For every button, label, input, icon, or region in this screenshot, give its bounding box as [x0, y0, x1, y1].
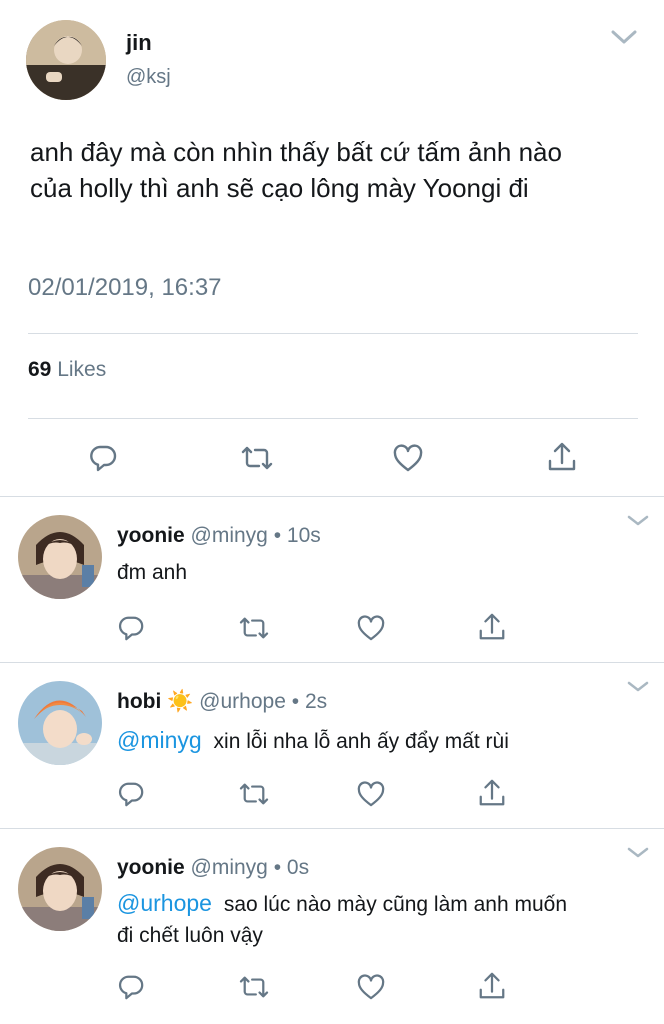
likes-stat[interactable]: 69 Likes [28, 358, 106, 382]
reply-3-separator: • [273, 856, 282, 879]
main-tweet-text-line1: anh đây mà còn nhìn thấy bất cứ tấm ảnh … [30, 137, 562, 167]
divider [28, 418, 638, 419]
reply-1-header: yoonie @minyg • 10s [117, 524, 321, 548]
divider [28, 333, 638, 334]
reply-3-text-line2: đi chết luôn vậy [117, 924, 263, 947]
share-icon[interactable] [546, 441, 578, 473]
reply-3-text-line1: sao lúc nào mày cũng làm anh muốn [223, 893, 568, 916]
reply-1-text: đm anh [117, 561, 188, 584]
heart-icon[interactable] [392, 444, 424, 472]
reply-2-body: @minyg xin lỗi nha lỗ anh ấy đẩy mất rùi [117, 727, 509, 754]
chevron-down-icon[interactable] [626, 846, 650, 860]
heart-icon[interactable] [356, 781, 386, 807]
chevron-down-icon[interactable] [610, 28, 638, 46]
heart-icon[interactable] [356, 974, 386, 1000]
main-handle[interactable]: @ksj [126, 66, 171, 89]
reply-1-display-name[interactable]: yoonie [117, 524, 185, 547]
reply-icon[interactable] [117, 780, 145, 808]
reply-3-body-line1: @urhope sao lúc nào mày cũng làm anh muố… [117, 890, 567, 917]
reply-3-mention[interactable]: @urhope [117, 890, 212, 916]
retweet-icon[interactable] [238, 974, 270, 1000]
reply-2-handle[interactable]: @urhope [199, 690, 286, 713]
retweet-icon[interactable] [238, 615, 270, 641]
share-icon[interactable] [477, 971, 507, 1001]
reply-2-separator: • [291, 690, 300, 713]
reply-3-header: yoonie @minyg • 0s [117, 856, 309, 880]
divider [0, 496, 664, 497]
reply-3-handle[interactable]: @minyg [191, 856, 268, 879]
heart-icon[interactable] [356, 615, 386, 641]
sun-icon: ☀️ [167, 689, 194, 713]
avatar-hobi[interactable] [18, 681, 102, 765]
avatar-jin[interactable] [26, 20, 106, 100]
main-tweet-text-line2: của holly thì anh sẽ cạo lông mày Yoongi… [30, 173, 529, 203]
avatar-yoonie[interactable] [18, 515, 102, 599]
divider [0, 662, 664, 663]
reply-2-text: xin lỗi nha lỗ anh ấy đẩy mất rùi [213, 730, 509, 753]
reply-icon[interactable] [88, 443, 118, 473]
reply-1-time[interactable]: 10s [287, 524, 321, 547]
main-timestamp[interactable]: 02/01/2019, 16:37 [28, 274, 222, 302]
retweet-icon[interactable] [238, 781, 270, 807]
retweet-icon[interactable] [240, 444, 274, 472]
likes-label: Likes [57, 358, 107, 381]
likes-count: 69 [28, 358, 52, 381]
reply-1-separator: • [273, 524, 282, 547]
share-icon[interactable] [477, 612, 507, 642]
share-icon[interactable] [477, 778, 507, 808]
chevron-down-icon[interactable] [626, 514, 650, 528]
reply-2-time[interactable]: 2s [305, 690, 327, 713]
reply-2-mention[interactable]: @minyg [117, 727, 202, 753]
main-display-name[interactable]: jin [126, 30, 152, 56]
reply-3-display-name[interactable]: yoonie [117, 856, 185, 879]
divider [0, 828, 664, 829]
reply-1-handle[interactable]: @minyg [191, 524, 268, 547]
avatar-yoonie[interactable] [18, 847, 102, 931]
reply-icon[interactable] [117, 614, 145, 642]
reply-3-time[interactable]: 0s [287, 856, 309, 879]
reply-icon[interactable] [117, 973, 145, 1001]
reply-2-display-name[interactable]: hobi [117, 690, 161, 713]
chevron-down-icon[interactable] [626, 680, 650, 694]
reply-2-header: hobi ☀️ @urhope • 2s [117, 689, 327, 714]
